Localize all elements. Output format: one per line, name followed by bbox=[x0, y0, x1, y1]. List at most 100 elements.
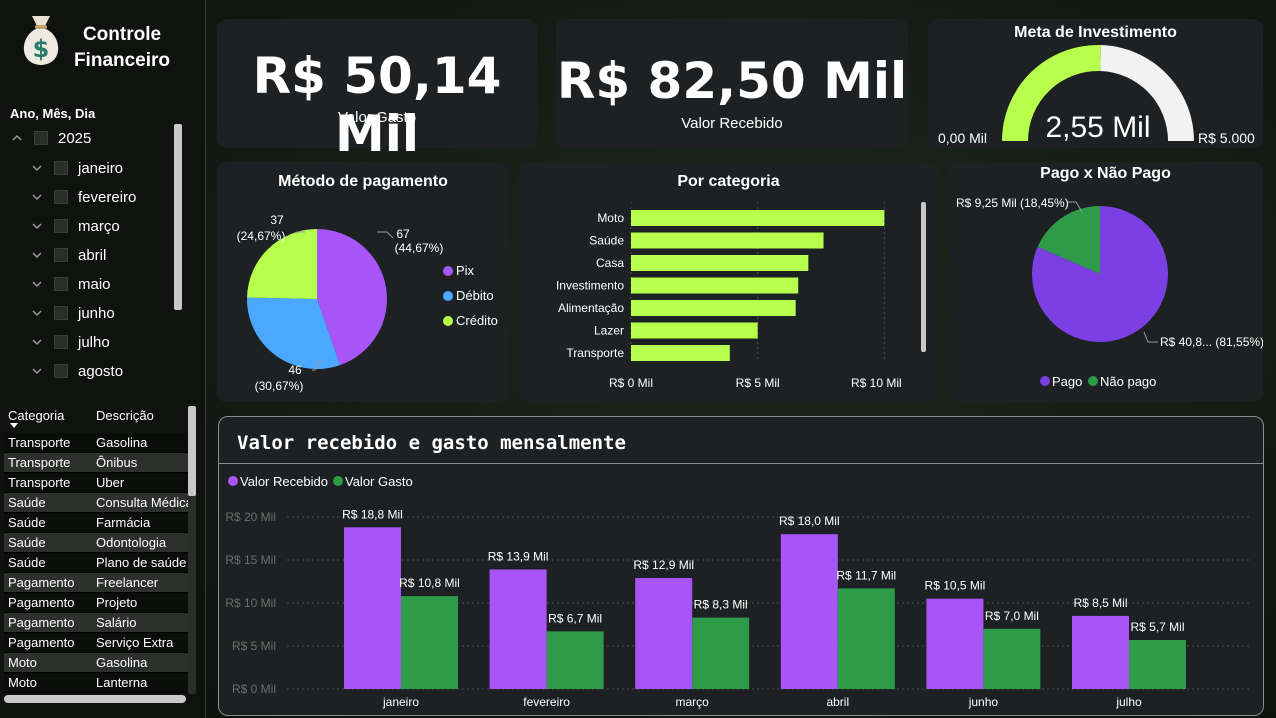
table-header: Categoria Descrição bbox=[4, 404, 190, 430]
cell-descricao: Plano de saúde bbox=[96, 555, 187, 570]
category-bar[interactable] bbox=[631, 232, 824, 249]
legend-label-received[interactable]: Valor Recebido bbox=[240, 474, 328, 489]
year-checkbox[interactable] bbox=[34, 131, 48, 145]
table-row[interactable]: Pagamento Salário bbox=[4, 613, 188, 633]
month-checkbox[interactable] bbox=[54, 277, 68, 291]
table-row[interactable]: Pagamento Projeto bbox=[4, 593, 188, 613]
category-bar[interactable] bbox=[631, 255, 809, 271]
legend-dot bbox=[333, 476, 343, 486]
cell-descricao: Gasolina bbox=[96, 435, 148, 450]
cell-descricao: Lanterna bbox=[96, 675, 148, 690]
app-title-line2: Financeiro bbox=[73, 50, 171, 71]
chevron-down-icon[interactable] bbox=[32, 308, 42, 318]
bar-spent[interactable] bbox=[983, 628, 1041, 689]
cell-descricao: Freelancer bbox=[96, 575, 159, 590]
table-row[interactable]: Pagamento Serviço Extra bbox=[4, 633, 188, 653]
kpi-card-received: R$ 82,50 Mil Valor Recebido bbox=[556, 19, 908, 148]
chevron-down-icon[interactable] bbox=[32, 221, 42, 231]
table-row[interactable]: Saúde Odontologia bbox=[4, 533, 188, 553]
table-horizontal-scrollbar[interactable] bbox=[4, 695, 186, 703]
chevron-down-icon[interactable] bbox=[32, 192, 42, 202]
month-checkbox[interactable] bbox=[54, 248, 68, 262]
category-bar[interactable] bbox=[631, 277, 799, 294]
table-row[interactable]: Transporte Ônibus bbox=[4, 453, 188, 473]
legend-label[interactable]: Crédito bbox=[456, 313, 498, 328]
cell-categoria: Moto bbox=[8, 675, 37, 690]
category-bar[interactable] bbox=[631, 322, 758, 339]
category-label: Transporte bbox=[566, 346, 624, 360]
debito-count-label: 46 bbox=[288, 363, 302, 377]
header-descricao[interactable]: Descrição bbox=[96, 408, 154, 423]
cell-categoria: Saúde bbox=[8, 495, 46, 510]
tree-item-month[interactable]: abril bbox=[32, 245, 106, 265]
chevron-down-icon[interactable] bbox=[32, 163, 42, 173]
chevron-up-icon[interactable] bbox=[12, 133, 22, 143]
category-bar[interactable] bbox=[631, 300, 796, 316]
table-row[interactable]: Saúde Plano de saúde bbox=[4, 553, 188, 573]
month-checkbox[interactable] bbox=[54, 161, 68, 175]
month-checkbox[interactable] bbox=[54, 335, 68, 349]
app-title-line1: Controle bbox=[82, 24, 162, 45]
tree-item-month[interactable]: maio bbox=[32, 274, 111, 294]
x-tick-label: fevereiro bbox=[523, 695, 570, 709]
legend-label[interactable]: Não pago bbox=[1100, 374, 1156, 389]
table-row[interactable]: Transporte Gasolina bbox=[4, 433, 188, 453]
bar-spent[interactable] bbox=[546, 631, 604, 689]
month-label: março bbox=[78, 217, 120, 235]
tree-item-month[interactable]: fevereiro bbox=[32, 187, 136, 207]
x-tick-label: R$ 10 Mil bbox=[851, 376, 902, 390]
month-checkbox[interactable] bbox=[54, 306, 68, 320]
legend-label[interactable]: Débito bbox=[456, 288, 494, 303]
table-row[interactable]: Moto Lanterna bbox=[4, 673, 188, 693]
header-categoria[interactable]: Categoria bbox=[8, 408, 64, 423]
table-row[interactable]: Saúde Farmácia bbox=[4, 513, 188, 533]
category-chart-scrollbar[interactable] bbox=[921, 202, 926, 352]
gauge-card: Meta de Investimento 2,55 Mil 0,00 Mil R… bbox=[928, 19, 1263, 148]
category-label: Alimentação bbox=[558, 301, 624, 315]
table-row[interactable]: Moto Gasolina bbox=[4, 653, 188, 673]
table-row[interactable]: Saúde Consulta Médica bbox=[4, 493, 188, 513]
category-bar[interactable] bbox=[631, 210, 885, 226]
month-checkbox[interactable] bbox=[54, 364, 68, 378]
chevron-down-icon[interactable] bbox=[32, 250, 42, 260]
chevron-down-icon[interactable] bbox=[32, 337, 42, 347]
table-row[interactable]: Pagamento Freelancer bbox=[4, 573, 188, 593]
x-tick-label: julho bbox=[1115, 695, 1142, 709]
tree-item-year[interactable]: 2025 bbox=[12, 128, 91, 148]
y-tick-label: R$ 15 Mil bbox=[225, 553, 276, 567]
bar-received[interactable] bbox=[780, 534, 838, 689]
tree-item-month[interactable]: janeiro bbox=[32, 158, 123, 178]
tree-item-month[interactable]: junho bbox=[32, 303, 115, 323]
tree-item-month[interactable]: março bbox=[32, 216, 120, 236]
legend-label[interactable]: Pago bbox=[1052, 374, 1082, 389]
month-checkbox[interactable] bbox=[54, 219, 68, 233]
cell-descricao: Salário bbox=[96, 615, 137, 630]
category-bar[interactable] bbox=[631, 345, 730, 361]
cell-categoria: Transporte bbox=[8, 475, 71, 490]
chevron-down-icon[interactable] bbox=[32, 366, 42, 376]
bar-received[interactable] bbox=[1072, 615, 1129, 689]
bar-spent[interactable] bbox=[837, 588, 895, 689]
month-checkbox[interactable] bbox=[54, 190, 68, 204]
bar-received[interactable] bbox=[635, 578, 693, 689]
tree-item-month[interactable]: agosto bbox=[32, 361, 123, 381]
kpi-spent-value: R$ 50,14 Mil bbox=[252, 47, 502, 163]
cell-categoria: Moto bbox=[8, 655, 37, 670]
table-row[interactable]: Transporte Uber bbox=[4, 473, 188, 493]
cell-descricao: Serviço Extra bbox=[96, 635, 174, 650]
legend-label-spent[interactable]: Valor Gasto bbox=[345, 474, 413, 489]
bar-received[interactable] bbox=[926, 598, 984, 689]
x-tick-label: janeiro bbox=[382, 695, 419, 709]
bar-spent[interactable] bbox=[1129, 639, 1186, 689]
y-tick-label: R$ 10 Mil bbox=[225, 596, 276, 610]
chevron-down-icon[interactable] bbox=[32, 279, 42, 289]
slicer-scrollbar[interactable] bbox=[174, 124, 182, 310]
legend-label[interactable]: Pix bbox=[456, 263, 475, 278]
bar-spent[interactable] bbox=[692, 617, 750, 689]
bar-received[interactable] bbox=[344, 527, 401, 689]
tree-item-month[interactable]: julho bbox=[32, 332, 110, 352]
category-label: Casa bbox=[596, 256, 624, 270]
bar-spent[interactable] bbox=[401, 596, 458, 689]
nao-pago-label: R$ 9,25 Mil (18,45%) bbox=[956, 196, 1069, 210]
bar-received[interactable] bbox=[489, 569, 547, 689]
